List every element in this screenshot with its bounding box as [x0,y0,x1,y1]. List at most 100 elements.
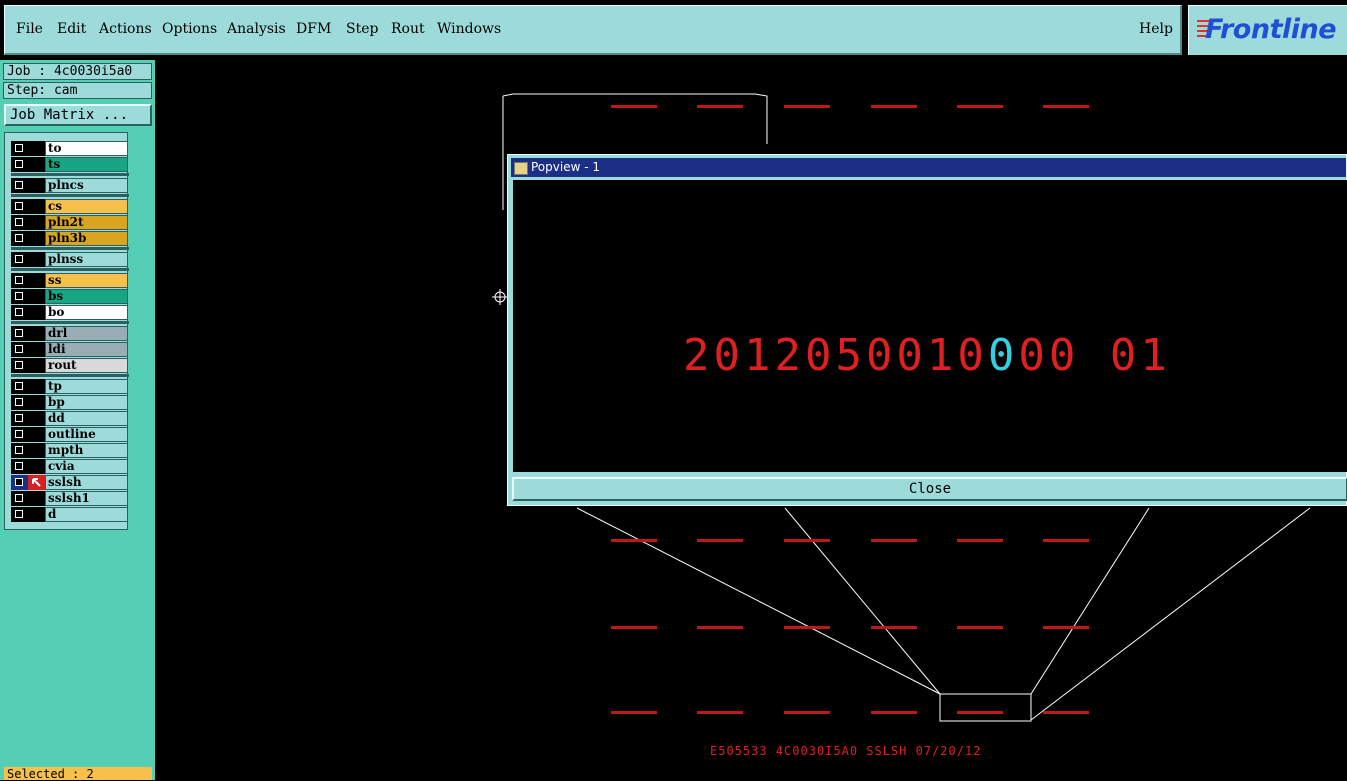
serial-cursor: 0 [987,330,1019,381]
step-label: Step: cam [3,82,152,99]
layer-marker [28,358,45,373]
layer-checkbox[interactable] [11,358,28,373]
crosshair-icon [492,289,508,305]
layer-row[interactable]: sslsh [11,475,129,490]
layer-marker [28,305,45,320]
layer-group-separator [11,268,129,271]
layer-row[interactable]: outline [11,427,129,442]
menu-analysis[interactable]: Analysis [227,21,286,37]
close-button[interactable]: Close [512,477,1347,501]
menu-options[interactable]: Options [162,21,217,37]
layer-row[interactable]: bp [11,395,129,410]
layer-marker [28,289,45,304]
layer-row[interactable]: ts [11,157,129,172]
layer-checkbox[interactable] [11,199,28,214]
layer-checkbox[interactable] [11,289,28,304]
layer-row[interactable]: bo [11,305,129,320]
menu-dfm[interactable]: DFM [296,21,331,37]
tiny-serial-mark [1043,625,1089,632]
layer-name: plncs [45,178,128,193]
tiny-serial-mark [871,538,917,545]
layer-group-separator [11,194,129,197]
layer-checkbox[interactable] [11,395,28,410]
layer-name: sslsh1 [45,491,128,506]
layer-checkbox[interactable] [11,252,28,267]
tiny-serial-mark [784,625,830,632]
menu-windows[interactable]: Windows [437,21,501,37]
layer-checkbox[interactable] [11,157,28,172]
layer-checkbox[interactable] [11,475,28,490]
layer-checkbox[interactable] [11,141,28,156]
layer-row[interactable]: mpth [11,443,129,458]
layer-row[interactable]: rout [11,358,129,373]
layer-row[interactable]: drl [11,326,129,341]
layer-marker [28,395,45,410]
layer-row[interactable]: d [11,507,129,522]
layer-checkbox[interactable] [11,427,28,442]
layer-marker [28,342,45,357]
tiny-serial-mark [871,710,917,717]
layer-checkbox[interactable] [11,342,28,357]
menu-actions[interactable]: Actions [99,21,152,37]
layer-checkbox[interactable] [11,215,28,230]
tiny-serial-mark [611,710,657,717]
popview-window: Popview - 1 2012050010000 01 Close [507,154,1347,506]
layer-marker [28,443,45,458]
layer-marker [28,252,45,267]
layer-checkbox[interactable] [11,459,28,474]
popview-titlebar[interactable]: Popview - 1 [511,158,1346,177]
layer-row[interactable]: plnss [11,252,129,267]
layer-checkbox[interactable] [11,491,28,506]
menu-bar: File Edit Actions Options Analysis DFM S… [0,0,1347,60]
layer-row[interactable]: dd [11,411,129,426]
layer-name: bs [45,289,128,304]
window-icon [514,162,528,175]
layer-checkbox[interactable] [11,326,28,341]
layer-group-separator [11,374,129,377]
menu-rout[interactable]: Rout [391,21,425,37]
layer-checkbox[interactable] [11,178,28,193]
layer-row[interactable]: tp [11,379,129,394]
menu-step[interactable]: Step [346,21,378,37]
layer-list: to ts plncs cs pln2t pln3b plnss ss bs bo drl ldi ro… [4,132,129,530]
frontline-logo: Frontline [1188,5,1347,55]
menu-edit[interactable]: Edit [57,21,86,37]
menu-file[interactable]: File [16,21,43,37]
layer-checkbox[interactable] [11,507,28,522]
tiny-serial-mark [1043,104,1089,111]
layer-row[interactable]: sslsh1 [11,491,129,506]
tiny-serial-mark [871,104,917,111]
layer-row[interactable]: ss [11,273,129,288]
layer-row[interactable]: ldi [11,342,129,357]
layer-checkbox[interactable] [11,231,28,246]
layer-checkbox[interactable] [11,379,28,394]
popview-title: Popview - 1 [531,160,600,174]
layer-marker [28,273,45,288]
layer-row[interactable]: bs [11,289,129,304]
layer-checkbox[interactable] [11,443,28,458]
layer-name: pln3b [45,231,128,246]
layer-checkbox[interactable] [11,273,28,288]
layer-row[interactable]: pln2t [11,215,129,230]
layer-row[interactable]: cs [11,199,129,214]
layer-group-separator [11,173,129,176]
tiny-serial-mark [697,538,743,545]
layer-name: cvia [45,459,128,474]
layer-checkbox[interactable] [11,305,28,320]
layer-marker [28,507,45,522]
layer-name: cs [45,199,128,214]
tiny-serial-mark [957,710,1003,717]
layer-row[interactable]: plncs [11,178,129,193]
layer-row[interactable]: to [11,141,129,156]
layer-row[interactable]: pln3b [11,231,129,246]
tiny-serial-mark [957,104,1003,111]
layer-row[interactable]: cvia [11,459,129,474]
menu-help[interactable]: Help [1139,21,1173,37]
layer-name: dd [45,411,128,426]
job-matrix-button[interactable]: Job Matrix ... [4,104,152,126]
layer-checkbox[interactable] [11,411,28,426]
layer-marker [28,231,45,246]
tiny-serial-mark [784,710,830,717]
layer-marker [28,215,45,230]
layer-marker [28,141,45,156]
